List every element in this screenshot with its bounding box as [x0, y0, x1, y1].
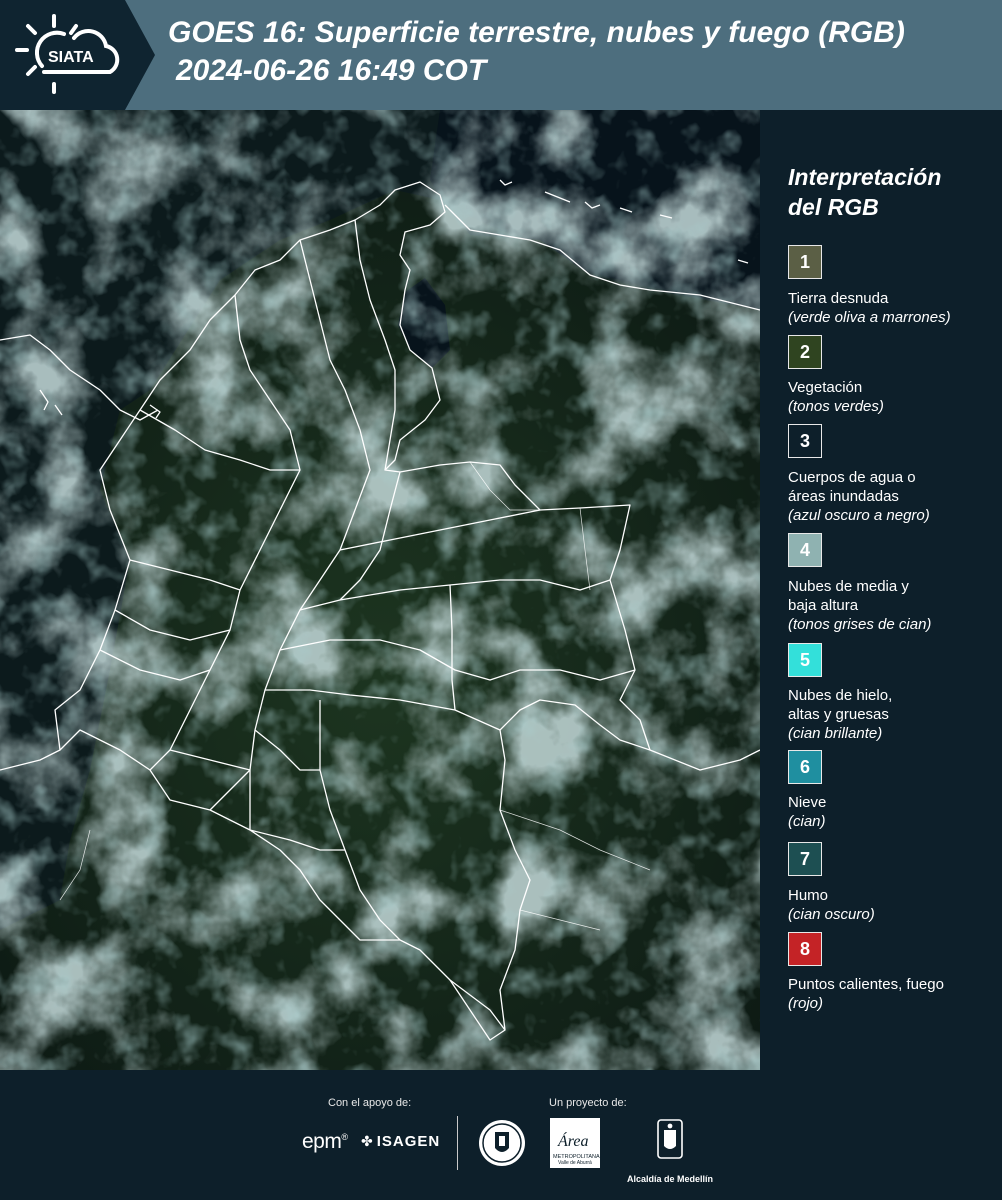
legend-label-5: Nubes de hielo, altas y gruesas (cian br… — [788, 686, 1000, 743]
legend-label-3-text-2: áreas inundadas — [788, 488, 899, 505]
legend-swatch-1: 1 — [788, 245, 822, 279]
footer-divider — [457, 1116, 458, 1170]
legend-title-line-2: del RGB — [788, 194, 879, 220]
legend-label-3: Cuerpos de agua o áreas inundadas (azul … — [788, 468, 1000, 525]
isagen-logo[interactable]: ✤ ISAGEN — [361, 1133, 440, 1150]
map-svg — [0, 110, 760, 1070]
epm-logo[interactable]: epm® — [302, 1130, 348, 1154]
legend-hint-5: (cian brillante) — [788, 725, 883, 742]
legend-label-2: Vegetación (tonos verdes) — [788, 378, 1000, 416]
legend-label-6: Nieve (cian) — [788, 793, 1000, 831]
legend-swatch-6: 6 — [788, 750, 822, 784]
legend-label-8: Puntos calientes, fuego (rojo) — [788, 975, 1000, 1013]
sun-cloud-icon: SIATA — [15, 14, 120, 94]
cloud-layer-fine — [0, 110, 760, 1070]
legend-swatch-4: 4 — [788, 533, 822, 567]
area-metropolitana-logo[interactable]: Área METROPOLITANA Valle de Aburrá — [550, 1118, 600, 1168]
legend-label-2-text: Vegetación — [788, 379, 863, 396]
legend-swatch-5: 5 — [788, 643, 822, 677]
coat-of-arms-icon — [657, 1119, 683, 1159]
legend-label-7-text: Humo — [788, 887, 829, 904]
title-line-2: 2024-06-26 16:49 COT — [176, 54, 487, 87]
legend-label-4-text: Nubes de media y — [788, 578, 909, 595]
rgb-legend: Interpretación del RGB — [788, 162, 998, 238]
support-label: Con el apoyo de: — [328, 1097, 412, 1109]
area-logo-text: Área — [557, 1131, 589, 1150]
project-label: Un proyecto de: — [549, 1097, 627, 1109]
legend-label-8-text: Puntos calientes, fuego — [788, 976, 944, 993]
seal-icon[interactable] — [477, 1118, 527, 1168]
siata-logo[interactable]: SIATA — [0, 0, 155, 110]
siata-logo-text: SIATA — [48, 49, 94, 66]
legend-title-line-1: Interpretación — [788, 164, 942, 190]
legend-label-3-text: Cuerpos de agua o — [788, 469, 916, 486]
epm-logo-text: epm — [302, 1130, 342, 1153]
legend-hint-7: (cian oscuro) — [788, 906, 875, 923]
epm-registered-mark: ® — [341, 1132, 348, 1142]
legend-hint-4: (tonos grises de cian) — [788, 616, 932, 633]
alcaldia-name: Alcaldía de Medellín — [626, 1174, 714, 1184]
legend-label-1: Tierra desnuda (verde oliva a marrones) — [788, 289, 1000, 327]
legend-hint-6: (cian) — [788, 813, 826, 830]
title-line-1: GOES 16: Superficie terrestre, nubes y f… — [168, 16, 905, 49]
legend-hint-1: (verde oliva a marrones) — [788, 309, 951, 326]
legend-swatch-7: 7 — [788, 842, 822, 876]
legend-hint-2: (tonos verdes) — [788, 398, 884, 415]
legend-hint-3: (azul oscuro a negro) — [788, 507, 930, 524]
legend-label-4-text-2: baja altura — [788, 597, 859, 614]
satellite-map[interactable] — [0, 110, 760, 1070]
legend-label-7: Humo (cian oscuro) — [788, 886, 1000, 924]
legend-label-5-text: Nubes de hielo, — [788, 687, 893, 704]
alcaldia-logo[interactable] — [640, 1118, 700, 1167]
legend-hint-8: (rojo) — [788, 995, 824, 1012]
legend-swatch-8: 8 — [788, 932, 822, 966]
legend-label-6-text: Nieve — [788, 794, 827, 811]
header: SIATA GOES 16: Superficie terrestre, nub… — [0, 0, 1002, 110]
legend-title: Interpretación del RGB — [788, 162, 998, 222]
legend-label-5-text-2: altas y gruesas — [788, 706, 889, 723]
isagen-mark-icon: ✤ — [361, 1133, 374, 1149]
legend-label-1-text: Tierra desnuda — [788, 290, 889, 307]
legend-label-4: Nubes de media y baja altura (tonos gris… — [788, 577, 1000, 634]
area-logo-sub-2: Valle de Aburrá — [558, 1160, 592, 1166]
legend-swatch-3: 3 — [788, 424, 822, 458]
legend-swatch-2: 2 — [788, 335, 822, 369]
isagen-logo-text: ISAGEN — [376, 1133, 441, 1150]
footer: Con el apoyo de: Un proyecto de: epm® ✤ I… — [0, 1070, 1002, 1200]
page-title: GOES 16: Superficie terrestre, nubes y f… — [168, 14, 998, 90]
